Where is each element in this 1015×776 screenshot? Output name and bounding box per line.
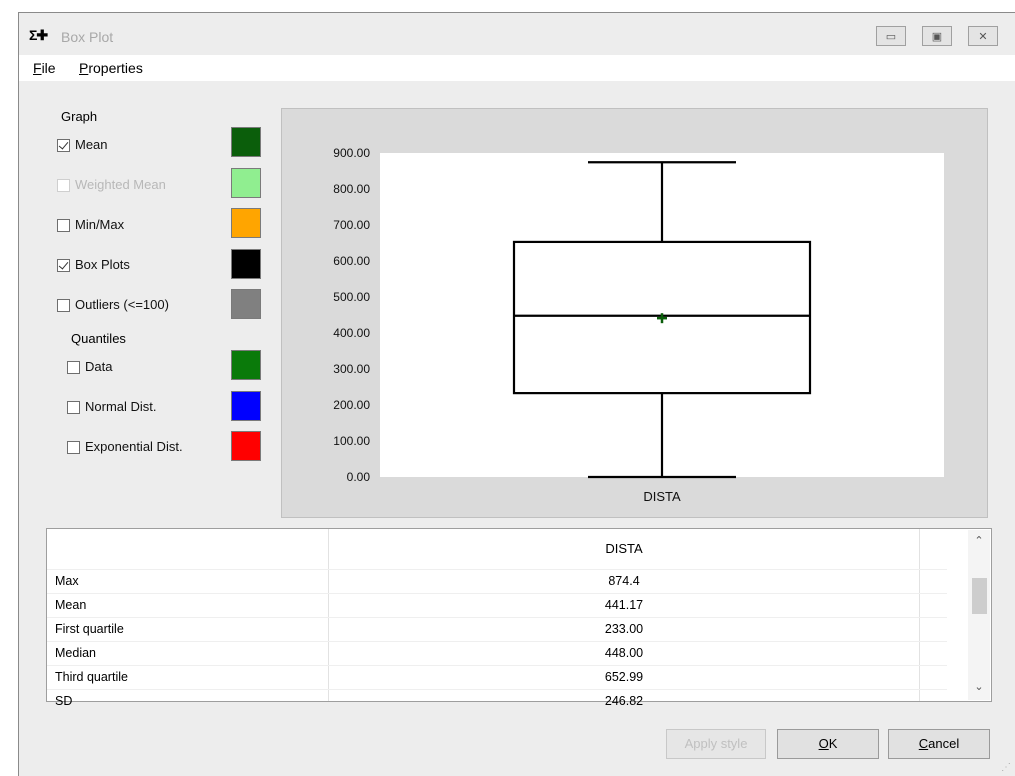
y-tick-label: 700.00: [333, 218, 370, 232]
min-max-color-swatch[interactable]: [231, 208, 261, 238]
mean-checkbox[interactable]: [57, 139, 70, 152]
box-plots-checkbox[interactable]: [57, 259, 70, 272]
box-plot-svg: 900.00 800.00 700.00 600.00 500.00 400.00 300.…: [333, 146, 944, 504]
row-value: 874.4: [608, 574, 640, 588]
box-plots-color-swatch[interactable]: [231, 249, 261, 279]
row-label: Third quartile: [55, 670, 128, 684]
box-plot-chart: 900.00 800.00 700.00 600.00 500.00 400.00 300.…: [281, 108, 988, 518]
minimize-icon: ▭: [885, 30, 897, 43]
min-max-label: Min/Max: [75, 217, 125, 232]
y-tick-label: 100.00: [333, 434, 370, 448]
close-button[interactable]: ✕: [968, 26, 998, 46]
menu-file-label: ile: [41, 60, 56, 76]
outliers-color-swatch[interactable]: [231, 289, 261, 319]
row-value: 233.00: [604, 622, 644, 636]
mean-color-swatch[interactable]: [231, 127, 261, 157]
outliers-label: Outliers (<=100): [75, 297, 169, 312]
menu-bar: File Properties: [19, 55, 1015, 81]
scroll-thumb[interactable]: [972, 578, 987, 614]
y-tick-label: 500.00: [333, 290, 370, 304]
row-label: SD: [55, 694, 73, 708]
mean-label: Mean: [75, 137, 108, 152]
exponential-dist-color-swatch[interactable]: [231, 431, 261, 461]
y-tick-label: 600.00: [333, 254, 370, 268]
vertical-scrollbar[interactable]: ⌃ ⌄: [968, 530, 990, 700]
cancel-button[interactable]: Cancel: [888, 729, 990, 759]
normal-dist-checkbox[interactable]: [67, 401, 80, 414]
scroll-down-icon[interactable]: ⌄: [968, 680, 990, 698]
table-row[interactable]: Mean 441.17: [47, 593, 947, 617]
box-plot-window: Σ✚ Box Plot ▭ ▣ ✕ File Properties Graph …: [18, 12, 1015, 776]
quantile-data-label: Data: [85, 359, 113, 374]
resize-grip-icon[interactable]: ⋰: [1001, 762, 1011, 773]
menu-properties-mnemonic: P: [79, 60, 89, 76]
row-label: Median: [55, 646, 96, 660]
quantiles-group-label: Quantiles: [71, 331, 126, 346]
y-tick-label: 400.00: [333, 326, 370, 340]
row-value: 246.82: [604, 694, 644, 708]
row-value: 652.99: [604, 670, 644, 684]
y-tick-label: 900.00: [333, 146, 370, 160]
weighted-mean-checkbox: [57, 179, 70, 192]
scroll-up-icon[interactable]: ⌃: [968, 534, 990, 552]
row-label: Max: [55, 574, 79, 588]
table-row[interactable]: SD 246.82: [47, 689, 947, 713]
table-row[interactable]: Max 874.4: [47, 569, 947, 593]
apply-style-button[interactable]: Apply style: [666, 729, 766, 759]
row-label: First quartile: [55, 622, 124, 636]
menu-properties[interactable]: Properties: [79, 60, 143, 76]
sigma-app-icon: Σ✚: [29, 27, 48, 43]
quantile-data-checkbox[interactable]: [67, 361, 80, 374]
close-icon: ✕: [978, 30, 988, 43]
y-tick-label: 200.00: [333, 398, 370, 412]
y-tick-label: 300.00: [333, 362, 370, 376]
row-value: 441.17: [604, 598, 644, 612]
maximize-icon: ▣: [931, 30, 943, 43]
window-title: Box Plot: [61, 29, 114, 45]
menu-properties-label: roperties: [88, 60, 143, 76]
title-bar[interactable]: Σ✚ Box Plot ▭ ▣ ✕: [19, 13, 1015, 53]
weighted-mean-label: Weighted Mean: [75, 177, 166, 192]
menu-file[interactable]: File: [33, 60, 56, 76]
x-category-label: DISTA: [643, 489, 681, 504]
ok-label: K: [828, 736, 838, 751]
quantile-data-color-swatch[interactable]: [231, 350, 261, 380]
y-tick-label: 0.00: [347, 470, 371, 484]
row-value: 448.00: [604, 646, 644, 660]
table-row[interactable]: Third quartile 652.99: [47, 665, 947, 689]
ok-button[interactable]: OK: [777, 729, 879, 759]
maximize-button[interactable]: ▣: [922, 26, 952, 46]
statistics-table[interactable]: DISTA Max 874.4 Mean 441.17 First quartile 23…: [46, 528, 992, 708]
table-row[interactable]: First quartile 233.00: [47, 617, 947, 641]
box-plots-label: Box Plots: [75, 257, 130, 272]
column-header-dista: DISTA: [605, 541, 643, 556]
cancel-label: ancel: [928, 736, 960, 751]
minimize-button[interactable]: ▭: [876, 26, 906, 46]
cancel-mnemonic: C: [918, 736, 929, 751]
weighted-mean-color-swatch[interactable]: [231, 168, 261, 198]
normal-dist-label: Normal Dist.: [85, 399, 157, 414]
row-label: Mean: [55, 598, 87, 612]
graph-group-label: Graph: [61, 109, 98, 124]
ok-mnemonic: O: [818, 736, 829, 751]
normal-dist-color-swatch[interactable]: [231, 391, 261, 421]
min-max-checkbox[interactable]: [57, 219, 70, 232]
table-row[interactable]: Median 448.00: [47, 641, 947, 665]
exponential-dist-label: Exponential Dist.: [85, 439, 183, 454]
exponential-dist-checkbox[interactable]: [67, 441, 80, 454]
table-header: DISTA: [47, 529, 947, 569]
menu-file-mnemonic: F: [33, 60, 42, 76]
outliers-checkbox[interactable]: [57, 299, 70, 312]
y-tick-label: 800.00: [333, 182, 370, 196]
